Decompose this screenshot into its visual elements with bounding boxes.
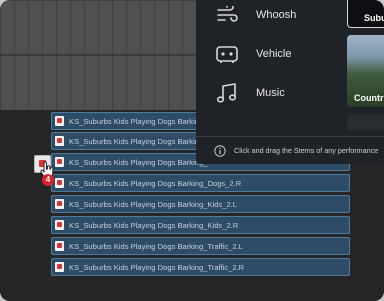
menu-item-label: Vehicle <box>256 48 292 60</box>
info-bar: Click and drag the Stems of any performa… <box>196 136 384 164</box>
clip-label: KS_Suburbs Kids Playing Dogs Barking_ <box>69 136 208 146</box>
menu-item-vehicle[interactable]: Vehicle <box>214 41 291 67</box>
editor-window: KS_Suburbs Kids Playing Dogs Barking_ KS… <box>0 0 384 301</box>
menu-item-label: Music <box>256 87 285 99</box>
audio-clip[interactable]: KS_Suburbs Kids Playing Dogs Barking_Tra… <box>51 237 350 255</box>
audio-file-icon <box>55 220 64 230</box>
audio-clip[interactable]: KS_Suburbs Kids Playing Dogs Barking_Kid… <box>51 216 350 234</box>
audio-clip[interactable]: KS_Suburbs Kids Playing Dogs Barking_Tra… <box>51 258 350 276</box>
info-icon <box>214 144 226 157</box>
drag-count-badge: 4 <box>42 174 54 186</box>
clip-label: KS_Suburbs Kids Playing Dogs Barking_Kid… <box>69 199 238 209</box>
audio-file-icon <box>55 178 64 188</box>
audio-file-icon <box>55 199 64 209</box>
audio-clip[interactable]: KS_Suburbs Kids Playing Dogs Barking_Dog… <box>51 174 350 192</box>
info-text: Click and drag the Stems of any performa… <box>234 146 379 155</box>
audio-file-icon <box>55 136 64 146</box>
clip-label: KS_Suburbs Kids Playing Dogs Barking_Tra… <box>69 241 243 251</box>
clip-label: KS_Suburbs Kids Playing Dogs Barking_ <box>69 157 208 167</box>
menu-item-label: Whoosh <box>256 9 297 21</box>
thumbnail[interactable] <box>347 114 384 130</box>
thumbnail-suburbs[interactable]: Subu <box>347 0 384 28</box>
menu-item-music[interactable]: Music <box>214 80 285 106</box>
thumbnail-label: Countr <box>354 93 384 103</box>
clip-label: KS_Suburbs Kids Playing Dogs Barking_Kid… <box>69 220 239 230</box>
audio-file-icon <box>55 262 64 272</box>
audio-file-icon <box>55 116 64 126</box>
clip-label: KS_Suburbs Kids Playing Dogs Barking_Tra… <box>69 262 245 272</box>
clip-label: KS_Suburbs Kids Playing Dogs Barking_Dog… <box>69 178 242 188</box>
audio-clip[interactable]: KS_Suburbs Kids Playing Dogs Barking_Kid… <box>51 195 350 213</box>
thumbnail-label: Subu <box>364 13 384 23</box>
thumbnail-country[interactable]: Countr <box>347 35 384 107</box>
vehicle-icon <box>214 41 240 67</box>
menu-item-whoosh[interactable]: Whoosh <box>214 2 296 28</box>
audio-file-icon <box>55 241 64 251</box>
audio-file-icon <box>55 157 64 167</box>
clip-label: KS_Suburbs Kids Playing Dogs Barking_ <box>69 116 208 126</box>
music-note-icon <box>214 80 240 106</box>
whoosh-icon <box>214 2 240 28</box>
